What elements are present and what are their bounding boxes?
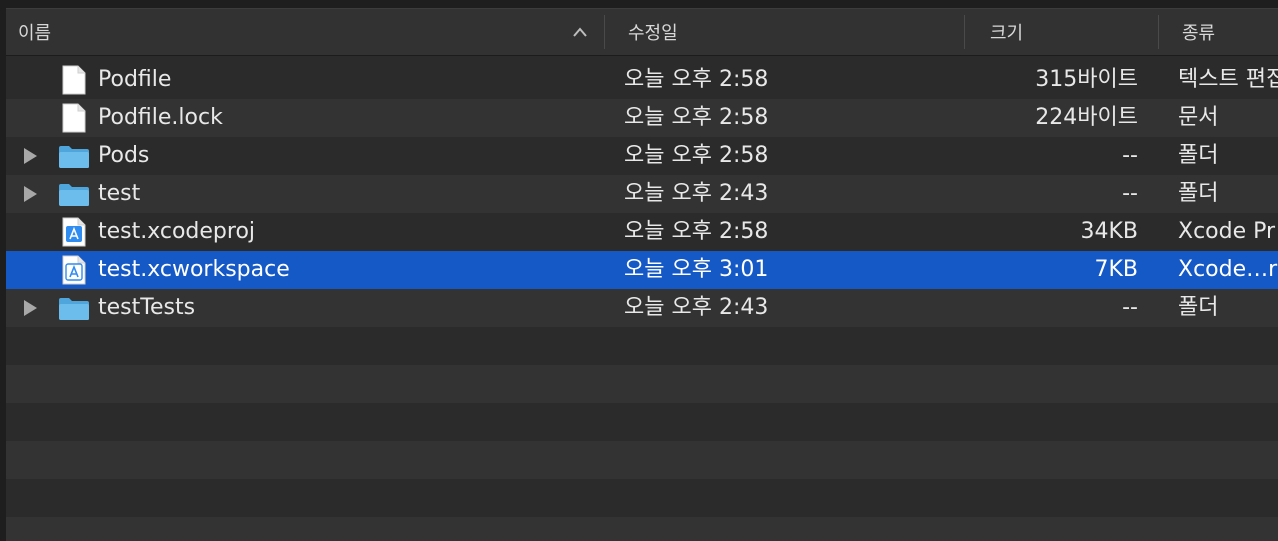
chevron-up-icon[interactable]	[572, 25, 588, 39]
file-row[interactable]: testTests 오늘 오후 2:43 -- 폴더	[6, 289, 1278, 327]
file-date: 오늘 오후 2:58	[624, 67, 769, 92]
disclosure-triangle-icon[interactable]	[22, 185, 38, 203]
file-name: Podfile.lock	[98, 105, 223, 130]
file-name: testTests	[98, 295, 196, 320]
file-name: test.xcodeproj	[98, 219, 256, 244]
file-kind: 폴더	[1178, 181, 1219, 206]
empty-row	[6, 441, 1278, 479]
file-kind: 폴더	[1178, 143, 1219, 168]
empty-row	[6, 403, 1278, 441]
file-name: test	[98, 181, 141, 206]
xcode-workspace-icon	[62, 255, 86, 285]
file-name: Podfile	[98, 67, 172, 92]
column-header-name-label: 이름	[18, 23, 52, 44]
disclosure-triangle-icon[interactable]	[22, 299, 38, 317]
empty-row	[6, 479, 1278, 517]
disclosure-triangle-icon[interactable]	[22, 147, 38, 165]
file-row[interactable]: test.xcodeproj 오늘 오후 2:58 34KB Xcode Pr	[6, 213, 1278, 251]
file-kind: 문서	[1178, 105, 1219, 130]
file-size: --	[1122, 295, 1138, 320]
empty-row	[6, 327, 1278, 365]
empty-row	[6, 365, 1278, 403]
file-kind: Xcode…r	[1178, 257, 1278, 282]
file-name: test.xcworkspace	[98, 257, 290, 282]
column-header-name[interactable]: 이름	[6, 9, 604, 55]
file-row[interactable]: Podfile 오늘 오후 2:58 315바이트 텍스트 편집	[6, 61, 1278, 99]
column-divider[interactable]	[964, 15, 965, 49]
folder-icon	[59, 298, 89, 320]
column-header-size[interactable]: 크기	[978, 9, 1158, 55]
file-row[interactable]: test 오늘 오후 2:43 -- 폴더	[6, 175, 1278, 213]
file-date: 오늘 오후 2:43	[624, 181, 769, 206]
empty-row	[6, 517, 1278, 541]
finder-list-view: 이름 수정일 크기 종류 Podfile 오늘 오후 2:58 315바이트 텍…	[6, 8, 1278, 541]
file-list: Podfile 오늘 오후 2:58 315바이트 텍스트 편집 Podfile…	[6, 61, 1278, 327]
file-size: --	[1122, 143, 1138, 168]
folder-icon	[59, 184, 89, 206]
file-row[interactable]: Podfile.lock 오늘 오후 2:58 224바이트 문서	[6, 99, 1278, 137]
file-name: Pods	[98, 143, 150, 168]
file-date: 오늘 오후 2:43	[624, 295, 769, 320]
file-kind: Xcode Pr	[1178, 219, 1276, 244]
file-row-selected[interactable]: test.xcworkspace 오늘 오후 3:01 7KB Xcode…r	[6, 251, 1278, 289]
file-size: 7KB	[1094, 257, 1138, 282]
file-size: 224바이트	[1035, 105, 1138, 130]
column-header-kind-label: 종류	[1182, 23, 1216, 44]
file-date: 오늘 오후 3:01	[624, 257, 769, 282]
column-header-kind[interactable]: 종류	[1170, 9, 1278, 55]
file-kind: 텍스트 편집	[1178, 67, 1278, 92]
column-header-size-label: 크기	[990, 23, 1024, 44]
document-icon	[62, 65, 86, 95]
file-date: 오늘 오후 2:58	[624, 219, 769, 244]
folder-icon	[59, 146, 89, 168]
column-divider[interactable]	[604, 15, 605, 49]
column-header-bar: 이름 수정일 크기 종류	[6, 9, 1278, 56]
file-date: 오늘 오후 2:58	[624, 105, 769, 130]
document-icon	[62, 103, 86, 133]
column-header-date[interactable]: 수정일	[616, 9, 962, 55]
file-date: 오늘 오후 2:58	[624, 143, 769, 168]
file-size: 315바이트	[1035, 67, 1138, 92]
column-divider[interactable]	[1158, 15, 1159, 49]
empty-list-area[interactable]	[6, 327, 1278, 541]
file-size: --	[1122, 181, 1138, 206]
xcode-project-icon	[62, 217, 86, 247]
file-row[interactable]: Pods 오늘 오후 2:58 -- 폴더	[6, 137, 1278, 175]
file-kind: 폴더	[1178, 295, 1219, 320]
file-size: 34KB	[1080, 219, 1138, 244]
column-header-date-label: 수정일	[628, 23, 678, 44]
